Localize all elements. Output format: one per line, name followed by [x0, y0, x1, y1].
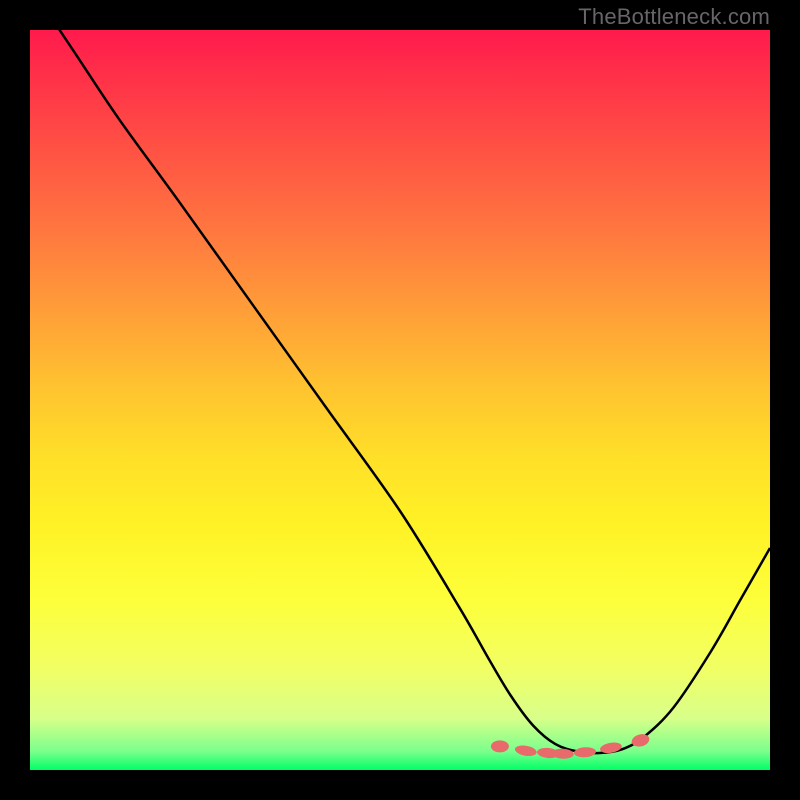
optimum-dot — [514, 744, 537, 758]
bottleneck-curve — [30, 30, 770, 753]
plot-area — [30, 30, 770, 770]
optimum-dot — [574, 747, 597, 758]
watermark-text: TheBottleneck.com — [578, 4, 770, 30]
optimum-marker-group — [491, 732, 651, 759]
curve-svg — [30, 30, 770, 770]
chart-container: TheBottleneck.com — [0, 0, 800, 800]
optimum-dot — [491, 740, 509, 752]
